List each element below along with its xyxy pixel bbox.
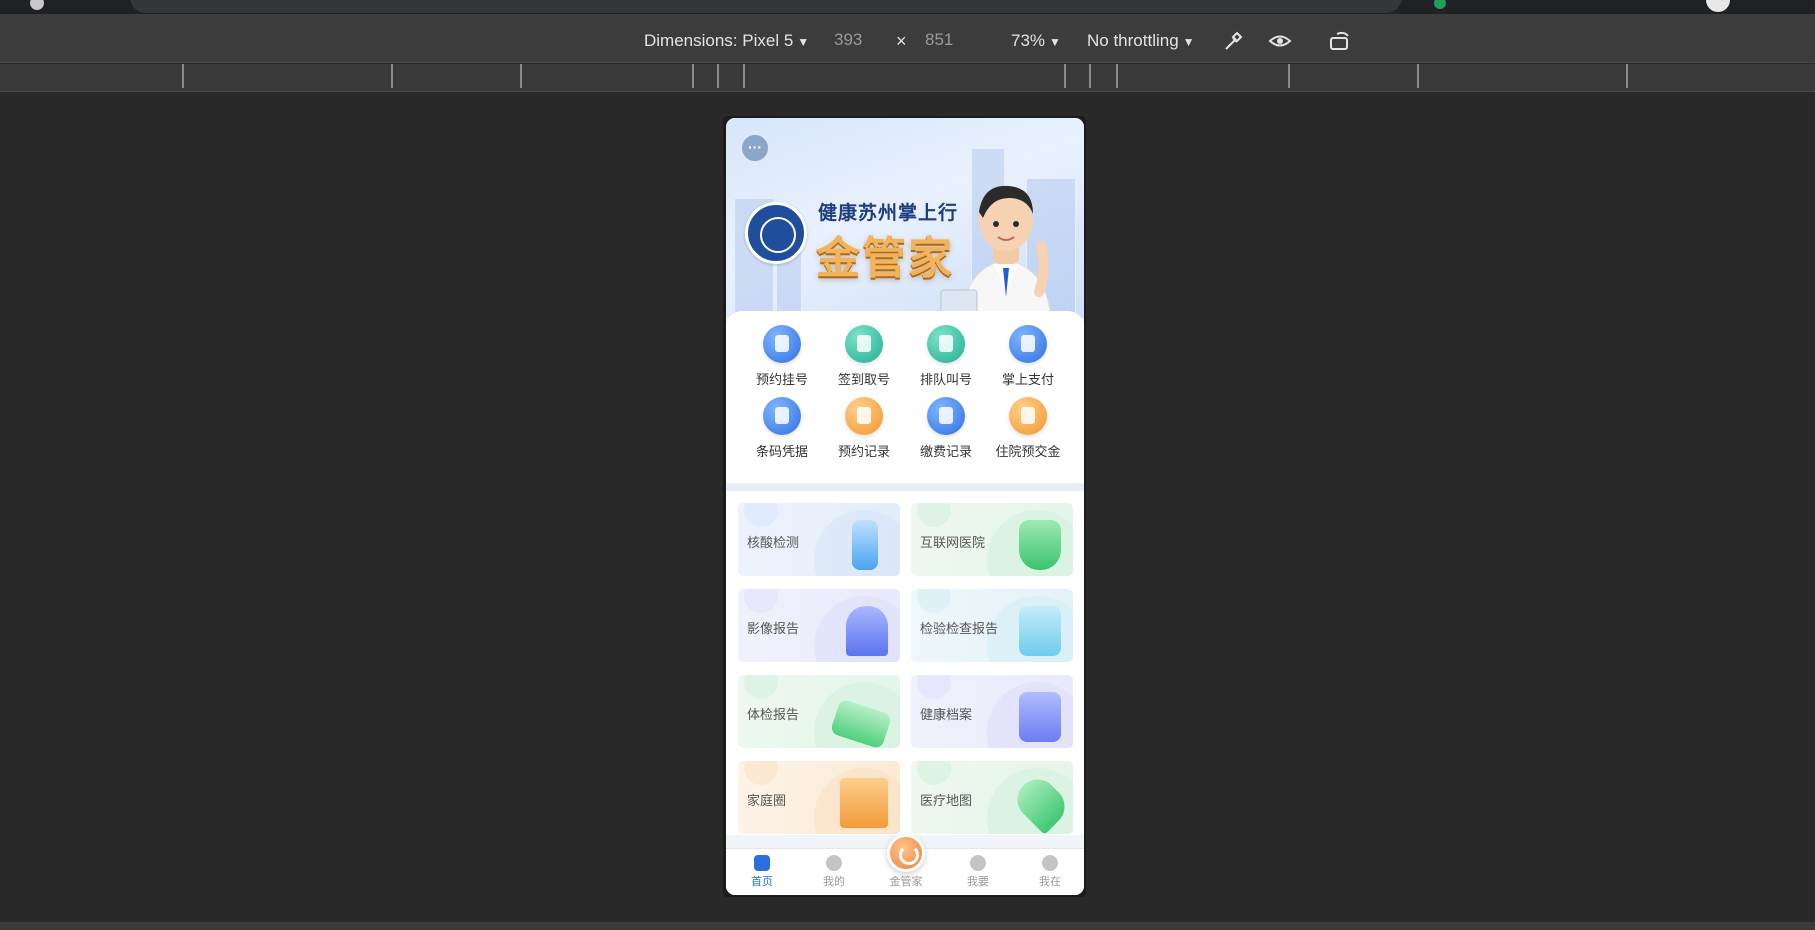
rotate-device-icon[interactable]: [1327, 28, 1353, 54]
profile-icon: [826, 855, 842, 871]
device-viewport: ··· 健康苏州掌上行 金管家 预约挂号 签到取号 排队叫号 掌上支付 条码凭据…: [726, 118, 1084, 895]
caret-down-icon: ▼: [1049, 35, 1061, 49]
doctor-illustration: [940, 185, 1052, 318]
zoom-label: 73%: [1011, 31, 1046, 50]
function-label: 缴费记录: [919, 444, 972, 459]
function-label: 签到取号: [837, 372, 890, 387]
function-barcode[interactable]: 条码凭据: [740, 397, 824, 463]
service-card-checkup-report[interactable]: 体检报告: [738, 675, 900, 748]
service-card-imaging-report[interactable]: 影像报告: [738, 589, 900, 662]
appointment-record-icon: [845, 397, 883, 435]
location-icon: [1042, 855, 1058, 871]
request-icon: [970, 855, 986, 871]
caret-down-icon: ▼: [797, 35, 810, 49]
function-label: 条码凭据: [755, 444, 808, 459]
function-appointment-record[interactable]: 预约记录: [822, 397, 906, 463]
function-label: 预约挂号: [755, 372, 808, 387]
shield-cross-icon: [1019, 520, 1061, 570]
device-height-input[interactable]: 851: [925, 30, 983, 54]
device-dimensions-dropdown[interactable]: Dimensions: Pixel 5 ▼: [644, 31, 809, 51]
dimension-separator: ×: [896, 31, 907, 51]
reload-icon[interactable]: [30, 0, 44, 10]
service-card-health-record[interactable]: 健康档案: [911, 675, 1073, 748]
service-card-internet-hospital[interactable]: 互联网医院: [911, 503, 1073, 576]
tab-mine[interactable]: 我的: [804, 855, 864, 889]
services-grid: 核酸检测 互联网医院 影像报告 检验检查报告 体检报告 健康档案 家庭圈 医疗地…: [726, 491, 1084, 835]
service-label: 核酸检测: [747, 535, 800, 550]
browser-tab-strip: [0, 0, 1815, 14]
throttling-label: No throttling: [1087, 31, 1179, 50]
file-box-icon: [1019, 692, 1061, 742]
function-payment-record[interactable]: 缴费记录: [904, 397, 988, 463]
function-label: 掌上支付: [1001, 372, 1054, 387]
address-bar[interactable]: [130, 0, 1402, 13]
function-mobile-pay[interactable]: 掌上支付: [986, 325, 1070, 391]
home-icon: [754, 855, 770, 871]
hero-banner: ··· 健康苏州掌上行 金管家: [726, 118, 1084, 318]
function-label: 预约记录: [837, 444, 890, 459]
barcode-icon: [763, 397, 801, 435]
quick-functions-panel: 预约挂号 签到取号 排队叫号 掌上支付 条码凭据 预约记录 缴费记录 住院预交金: [726, 311, 1084, 483]
more-menu-button[interactable]: ···: [740, 133, 770, 163]
queue-icon: [927, 325, 965, 363]
checkin-icon: [845, 325, 883, 363]
butler-icon[interactable]: [887, 834, 925, 872]
house-icon: [840, 778, 888, 828]
media-query-ruler: [0, 64, 1815, 92]
service-label: 医疗地图: [920, 793, 973, 808]
service-label: 影像报告: [747, 621, 800, 636]
mobile-pay-icon: [1009, 325, 1047, 363]
service-label: 家庭圈: [747, 793, 787, 808]
device-dimensions-label: Dimensions: Pixel 5: [644, 31, 794, 50]
service-card-family-circle[interactable]: 家庭圈: [738, 761, 900, 834]
function-register[interactable]: 预约挂号: [740, 325, 824, 391]
function-queue[interactable]: 排队叫号: [904, 325, 988, 391]
device-width-input[interactable]: 393: [834, 30, 892, 54]
scroll-icon: [1019, 606, 1061, 656]
profile-avatar[interactable]: [1706, 0, 1730, 12]
scanner-icon: [846, 606, 888, 656]
service-label: 体检报告: [747, 707, 800, 722]
function-checkin[interactable]: 签到取号: [822, 325, 906, 391]
register-icon: [763, 325, 801, 363]
section-divider: [726, 484, 1084, 491]
eyedropper-icon[interactable]: [1220, 28, 1246, 54]
caret-down-icon: ▼: [1182, 35, 1195, 49]
service-label: 互联网医院: [920, 535, 986, 550]
payment-record-icon: [927, 397, 965, 435]
zoom-dropdown[interactable]: 73% ▼: [1011, 31, 1061, 51]
service-card-medical-map[interactable]: 医疗地图: [911, 761, 1073, 834]
tab-label: 我要: [967, 876, 989, 888]
throttling-dropdown[interactable]: No throttling ▼: [1087, 31, 1195, 51]
device-toolbar: Dimensions: Pixel 5 ▼ 393 × 851 73% ▼ No t…: [0, 14, 1815, 63]
tab-label: 我在: [1039, 876, 1061, 888]
service-label: 健康档案: [920, 707, 973, 722]
eye-icon[interactable]: [1267, 28, 1293, 54]
tab-label: 金管家: [889, 876, 923, 888]
inpatient-deposit-icon: [1009, 397, 1047, 435]
service-label: 检验检查报告: [920, 621, 999, 636]
tab-location[interactable]: 我在: [1020, 855, 1080, 889]
service-card-nucleic-test[interactable]: 核酸检测: [738, 503, 900, 576]
service-card-lab-report[interactable]: 检验检查报告: [911, 589, 1073, 662]
tab-request[interactable]: 我要: [948, 855, 1008, 889]
extension-icon[interactable]: [1434, 0, 1446, 9]
function-inpatient-deposit[interactable]: 住院预交金: [986, 397, 1070, 463]
health-commission-logo: [745, 202, 807, 264]
tab-label: 我的: [823, 876, 845, 888]
viewport-bottom-edge: [0, 922, 1815, 930]
tab-label: 首页: [751, 876, 773, 888]
test-tube-icon: [852, 520, 878, 570]
function-label: 住院预交金: [995, 444, 1061, 459]
function-label: 排队叫号: [919, 372, 972, 387]
tab-home[interactable]: 首页: [732, 855, 792, 889]
